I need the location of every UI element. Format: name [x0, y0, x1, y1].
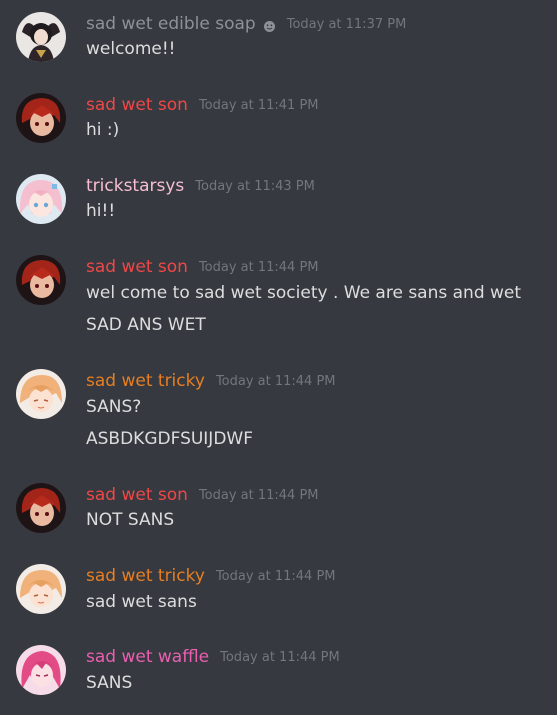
- message-text: SANS?: [86, 397, 142, 417]
- timestamp: Today at 11:41 PM: [198, 97, 319, 113]
- avatar-image: [16, 12, 66, 62]
- timestamp: Today at 11:44 PM: [198, 259, 319, 275]
- message-header: sad wet son Today at 11:44 PM: [86, 255, 319, 279]
- timestamp: Today at 11:44 PM: [198, 487, 319, 503]
- avatar[interactable]: [16, 93, 66, 143]
- message-text: NOT SANS: [86, 510, 175, 530]
- avatar[interactable]: [16, 12, 66, 62]
- message-header: sad wet son Today at 11:41 PM: [86, 93, 319, 117]
- avatar-image: [16, 255, 66, 305]
- avatar-image: [16, 174, 66, 224]
- status-icon: [263, 18, 276, 32]
- avatar-image: [16, 369, 66, 419]
- message-text: hi!!: [86, 201, 116, 221]
- timestamp: Today at 11:37 PM: [286, 16, 407, 32]
- timestamp: Today at 11:44 PM: [215, 568, 336, 584]
- message-header: sad wet tricky Today at 11:44 PM: [86, 369, 336, 393]
- avatar[interactable]: [16, 483, 66, 533]
- avatar[interactable]: [16, 255, 66, 305]
- username[interactable]: sad wet tricky: [86, 566, 205, 586]
- message-header: sad wet edible soap Today at 11:37 PM: [86, 12, 406, 36]
- message-text: sad wet sans: [86, 592, 197, 612]
- avatar-image: [16, 645, 66, 695]
- message-header: trickstarsys Today at 11:43 PM: [86, 174, 315, 198]
- timestamp: Today at 11:43 PM: [195, 178, 315, 194]
- avatar-image: [16, 564, 66, 614]
- avatar[interactable]: [16, 645, 66, 695]
- avatar[interactable]: [16, 564, 66, 614]
- avatar[interactable]: [16, 174, 66, 224]
- avatar-image: [16, 93, 66, 143]
- message-header: sad wet waffle Today at 11:44 PM: [86, 645, 340, 669]
- avatar[interactable]: [16, 369, 66, 419]
- username[interactable]: sad wet son: [86, 485, 188, 505]
- timestamp: Today at 11:44 PM: [220, 649, 340, 665]
- message-header: sad wet tricky Today at 11:44 PM: [86, 564, 336, 588]
- message-text: ASBDKGDFSUIJDWF: [86, 429, 254, 449]
- username[interactable]: sad wet edible soap: [86, 14, 256, 34]
- message-text: wel come to sad wet society . We are san…: [86, 283, 522, 303]
- message-text: welcome!!: [86, 39, 176, 59]
- username[interactable]: trickstarsys: [86, 176, 184, 196]
- username[interactable]: sad wet son: [86, 257, 188, 277]
- username[interactable]: sad wet son: [86, 95, 188, 115]
- avatar-image: [16, 483, 66, 533]
- message-text: hi :): [86, 120, 120, 140]
- message-text: SAD ANS WET: [86, 315, 206, 335]
- timestamp: Today at 11:44 PM: [215, 373, 336, 389]
- message-feed: sad wet edible soap Today at 11:37 PM we…: [0, 0, 557, 715]
- username[interactable]: sad wet tricky: [86, 371, 205, 391]
- message-header: sad wet son Today at 11:44 PM: [86, 483, 319, 507]
- username[interactable]: sad wet waffle: [86, 647, 209, 667]
- message-text: SANS: [86, 673, 133, 693]
